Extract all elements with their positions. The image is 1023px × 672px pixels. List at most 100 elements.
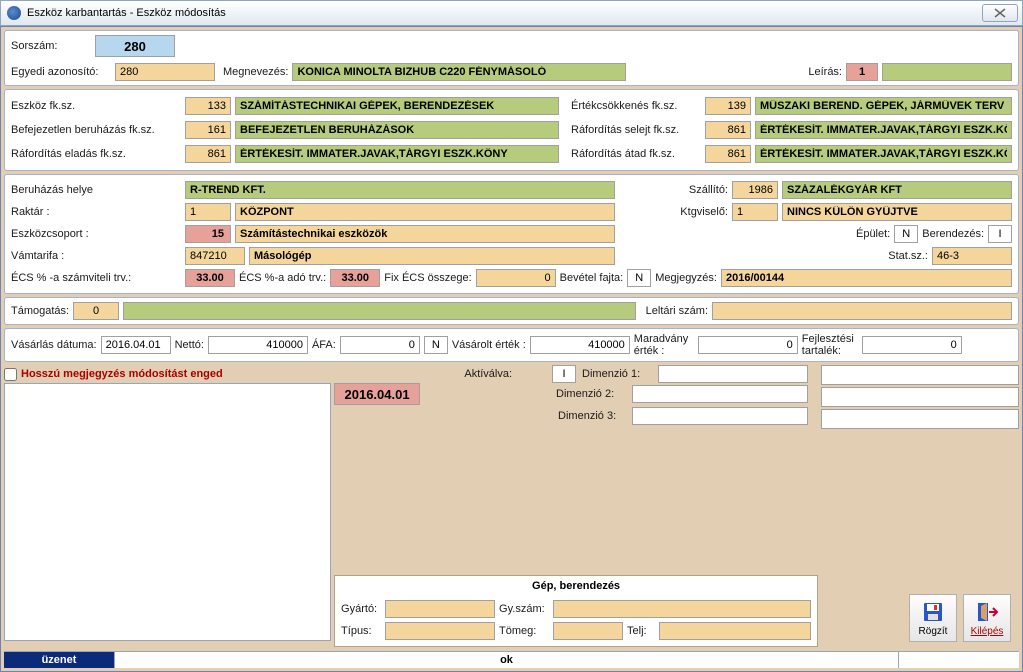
- account-name[interactable]: [235, 121, 559, 139]
- statsz-field[interactable]: [932, 247, 1012, 265]
- tomeg-field[interactable]: [553, 622, 623, 640]
- account-label: Értékcsökkenés fk.sz.: [571, 100, 701, 112]
- szallito-name[interactable]: [782, 181, 1012, 199]
- netto-field[interactable]: [208, 336, 308, 354]
- account-name[interactable]: [755, 121, 1012, 139]
- bevetel-label: Bevétel fajta:: [560, 272, 624, 284]
- dim3-label: Dimenzió 3:: [558, 410, 628, 422]
- vasarolt-field[interactable]: [530, 336, 630, 354]
- save-label: Rögzít: [919, 626, 948, 637]
- eszkozcsoport-name[interactable]: [235, 225, 615, 243]
- raktar-name[interactable]: [235, 203, 615, 221]
- afa-flag-field[interactable]: [424, 336, 448, 354]
- ecs-szamv-field[interactable]: [185, 269, 235, 287]
- dim-flag-field[interactable]: [552, 365, 576, 383]
- vamtarifa-name[interactable]: [249, 247, 615, 265]
- tipus-label: Típus:: [341, 625, 381, 637]
- ecs-szamv-label: ÉCS % -a számviteli trv.:: [11, 272, 181, 284]
- sorszam-field[interactable]: [95, 35, 175, 57]
- ecs-ado-label: ÉCS %-a adó trv.:: [239, 272, 326, 284]
- sorszam-label: Sorszám:: [11, 40, 91, 52]
- status-bar: üzenet ok: [4, 651, 1019, 668]
- save-button[interactable]: Rögzít: [909, 594, 957, 642]
- account-code[interactable]: [705, 145, 751, 163]
- long-note-label: Hosszú megjegyzés módosítást enged: [21, 368, 223, 380]
- vamtarifa-code[interactable]: [185, 247, 245, 265]
- account-name[interactable]: [755, 97, 1012, 115]
- aktivalva-label: Aktíválva:: [464, 368, 512, 380]
- right-extra-2[interactable]: [821, 387, 1019, 407]
- gep-box: Gép, berendezés Gyártó: Gy.szám: Típus: …: [334, 575, 818, 647]
- fix-ecs-field[interactable]: [476, 269, 556, 287]
- ktgviselo-code[interactable]: [732, 203, 778, 221]
- dim1-field[interactable]: [658, 365, 808, 383]
- tamogatas-label: Támogatás:: [11, 305, 69, 317]
- berendezes-field[interactable]: [988, 225, 1012, 243]
- gyarto-field[interactable]: [385, 600, 495, 618]
- leltari-field[interactable]: [712, 302, 1012, 320]
- account-row: Befejezetlen beruházás fk.sz. Ráfordítás…: [11, 118, 1012, 142]
- dim2-label: Dimenzió 2:: [556, 388, 626, 400]
- vasarlas-datum-field[interactable]: [101, 336, 171, 354]
- gyszam-field[interactable]: [553, 600, 811, 618]
- leiras-label: Leírás:: [808, 66, 842, 78]
- egyedi-field[interactable]: [115, 63, 215, 81]
- maradvany-label: Maradvány érték :: [634, 333, 694, 357]
- leiras-text-field[interactable]: [882, 63, 1012, 81]
- account-name[interactable]: [755, 145, 1012, 163]
- account-label: Ráfordítás eladás fk.sz.: [11, 148, 181, 160]
- account-code[interactable]: [185, 97, 231, 115]
- ktgviselo-label: Ktgviselő:: [670, 206, 728, 218]
- tamogatas-code[interactable]: [73, 302, 119, 320]
- details-panel: Beruházás helye Szállító: Raktár : Ktgvi…: [4, 174, 1019, 294]
- right-extra-1[interactable]: [821, 365, 1019, 385]
- bevetel-field[interactable]: [627, 269, 651, 287]
- account-row: Ráfordítás eladás fk.sz. Ráfordítás átad…: [11, 142, 1012, 166]
- egyedi-label: Egyedi azonosító:: [11, 66, 111, 78]
- close-button[interactable]: [982, 4, 1018, 22]
- window-title: Eszköz karbantartás - Eszköz módosítás: [27, 7, 226, 19]
- long-note-checkbox[interactable]: [4, 368, 17, 381]
- account-code[interactable]: [185, 121, 231, 139]
- tamogatas-text[interactable]: [123, 302, 636, 320]
- right-extra-3[interactable]: [821, 409, 1019, 429]
- account-label: Ráfordítás selejt fk.sz.: [571, 124, 701, 136]
- dim3-field[interactable]: [632, 407, 808, 425]
- aktivalva-field[interactable]: [334, 383, 420, 405]
- megjegyzes-field[interactable]: [721, 269, 1012, 287]
- account-label: Befejezetlen beruházás fk.sz.: [11, 124, 181, 136]
- megjegyzes-label: Megjegyzés:: [655, 272, 717, 284]
- exit-label: Kilépés: [971, 626, 1004, 637]
- tamogatas-panel: Támogatás: Leltári szám:: [4, 297, 1019, 325]
- fejlesztesi-label: Fejlesztési tartalék:: [802, 333, 858, 357]
- szallito-label: Szállító:: [670, 184, 728, 196]
- exit-button[interactable]: Kilépés: [963, 594, 1011, 642]
- vasarolt-label: Vásárolt érték :: [452, 339, 526, 351]
- ecs-ado-field[interactable]: [330, 269, 380, 287]
- tipus-field[interactable]: [385, 622, 495, 640]
- raktar-code[interactable]: [185, 203, 231, 221]
- beruhazas-field[interactable]: [185, 181, 615, 199]
- close-icon: [993, 8, 1007, 18]
- szallito-code[interactable]: [732, 181, 778, 199]
- eszkozcsoport-label: Eszközcsoport :: [11, 228, 181, 240]
- vasarlas-panel: Vásárlás dátuma: Nettó: ÁFA: Vásárolt ér…: [4, 328, 1019, 362]
- eszkozcsoport-code[interactable]: [185, 225, 231, 243]
- account-code[interactable]: [185, 145, 231, 163]
- ktgviselo-name[interactable]: [782, 203, 1012, 221]
- note-textarea[interactable]: [4, 383, 331, 641]
- megnevezes-field[interactable]: [292, 63, 626, 81]
- afa-field[interactable]: [340, 336, 420, 354]
- fejlesztesi-field[interactable]: [862, 336, 962, 354]
- leiras-code-field[interactable]: [846, 63, 878, 81]
- account-name[interactable]: [235, 97, 559, 115]
- dim2-field[interactable]: [632, 385, 808, 403]
- telj-field[interactable]: [659, 622, 811, 640]
- statsz-label: Stat.sz.:: [870, 250, 928, 262]
- account-code[interactable]: [705, 97, 751, 115]
- epulet-field[interactable]: [894, 225, 918, 243]
- account-code[interactable]: [705, 121, 751, 139]
- account-name[interactable]: [235, 145, 559, 163]
- telj-label: Telj:: [627, 625, 655, 637]
- maradvany-field[interactable]: [698, 336, 798, 354]
